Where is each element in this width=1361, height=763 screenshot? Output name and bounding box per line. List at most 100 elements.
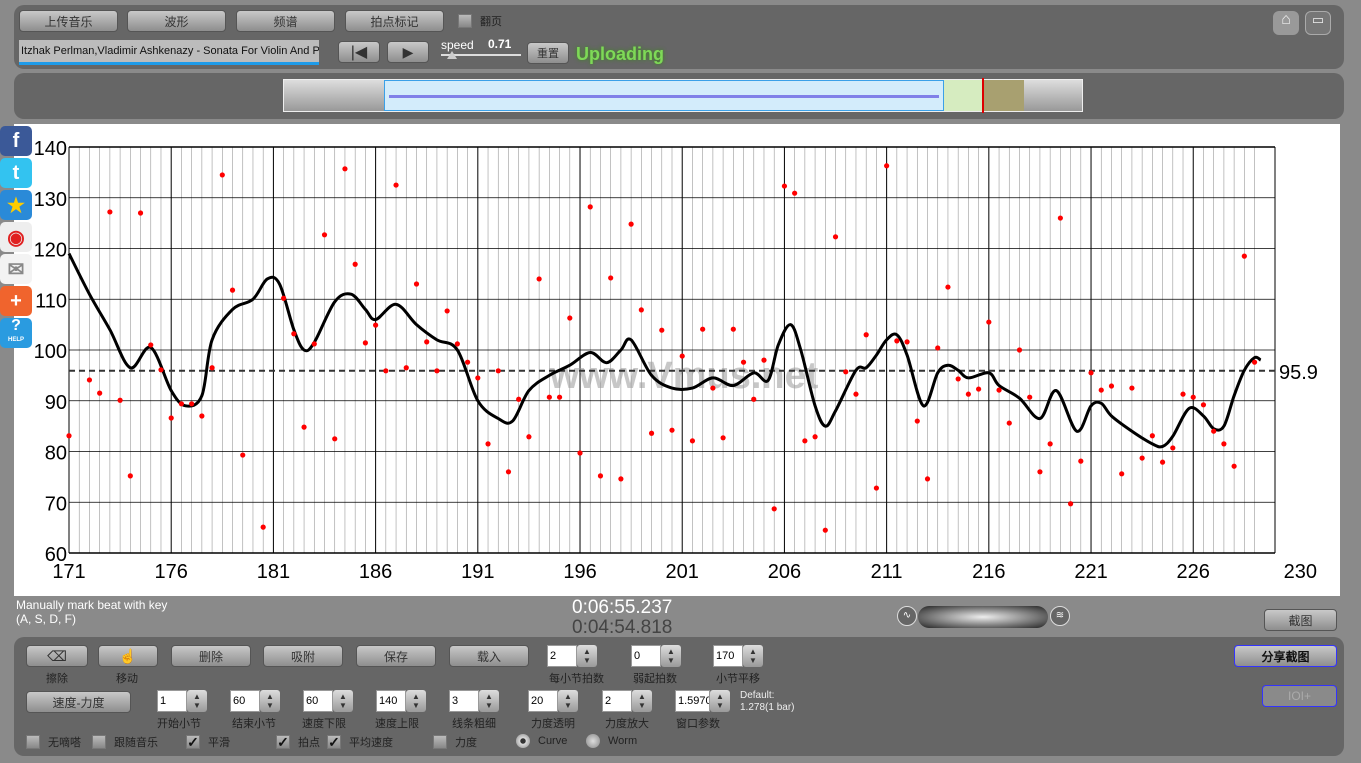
beat-tempo-point	[373, 322, 379, 328]
dyn-opacity-stepper[interactable]: ▲▼	[528, 690, 578, 712]
erase-button[interactable]: ⌫	[26, 645, 88, 667]
beat-tempo-point	[1129, 385, 1135, 391]
stepper-arrows[interactable]: ▲ ▼	[187, 690, 207, 712]
start-bar-input[interactable]	[157, 690, 187, 712]
checkbox-2[interactable]: ✓ 平滑	[186, 734, 230, 750]
move-label: 移动	[116, 673, 138, 685]
beat-tempo-point	[1057, 215, 1063, 221]
checkbox-box[interactable]: ✓	[186, 735, 200, 749]
end-bar-stepper[interactable]: ▲▼	[230, 690, 280, 712]
radio-button[interactable]	[586, 734, 600, 748]
waveform-mode-icon[interactable]: ∿	[897, 606, 917, 626]
screenshot-button[interactable]: 截图	[1264, 609, 1337, 631]
snap-button[interactable]: 吸附	[263, 645, 343, 667]
chart-panel[interactable]: 60 70 80 90 100 110 120 130 140 171 176 181 186 191 19…	[14, 124, 1340, 596]
checkbox-1[interactable]: 跟随音乐	[92, 734, 158, 750]
tempo-max-stepper[interactable]: ▲▼	[376, 690, 426, 712]
checkbox-box[interactable]	[26, 735, 40, 749]
reset-button[interactable]: 重置	[527, 42, 569, 64]
stepper-arrows[interactable]: ▲ ▼	[743, 645, 763, 667]
tempo-max-input[interactable]	[376, 690, 406, 712]
waveform-overview[interactable]	[283, 78, 1083, 113]
checkbox-3[interactable]: ✓ 拍点	[276, 734, 320, 750]
waveform-visible-region[interactable]	[384, 80, 944, 111]
radio-curve[interactable]: Curve	[516, 734, 567, 748]
checkbox-box[interactable]	[458, 14, 472, 28]
facebook-icon[interactable]: f	[0, 126, 32, 156]
track-title-input[interactable]	[19, 40, 319, 65]
tempo-min-input[interactable]	[303, 690, 333, 712]
window-param-stepper[interactable]: ▲▼	[675, 690, 730, 712]
home-icon[interactable]: ⌂	[1273, 11, 1299, 35]
beat-tempo-point	[1016, 347, 1023, 353]
checkbox-box[interactable]: ✓	[276, 735, 290, 749]
twitter-icon[interactable]: t	[0, 158, 32, 188]
delete-button[interactable]: 删除	[171, 645, 251, 667]
stepper-arrows[interactable]: ▲ ▼	[333, 690, 353, 712]
checkbox-box[interactable]: ✓	[327, 735, 341, 749]
y-tick-label: 90	[45, 392, 67, 414]
speed-slider[interactable]	[441, 51, 521, 59]
stepper-arrows[interactable]: ▲ ▼	[260, 690, 280, 712]
page-turn-checkbox[interactable]: 翻页	[458, 13, 502, 29]
beat-tempo-point	[679, 353, 685, 359]
help-icon[interactable]: ? HELP	[0, 318, 32, 348]
tempo-dynamics-button[interactable]: 速度-力度	[26, 691, 131, 713]
stepper-arrows[interactable]: ▲ ▼	[406, 690, 426, 712]
x-tick-label: 230	[1284, 561, 1317, 583]
spectrum-mode-icon[interactable]: ≋	[1050, 606, 1070, 626]
checkbox-4[interactable]: ✓ 平均速度	[327, 734, 393, 750]
tempo-min-stepper[interactable]: ▲▼	[303, 690, 353, 712]
line-width-input[interactable]	[449, 690, 479, 712]
beat-tempo-point	[669, 427, 675, 433]
radio-worm[interactable]: Worm	[586, 734, 637, 748]
checkbox-5[interactable]: 力度	[433, 734, 477, 750]
checkbox-box[interactable]	[92, 735, 106, 749]
plus-icon[interactable]: +	[0, 286, 32, 316]
beats-per-bar-stepper[interactable]: ▲▼	[547, 645, 597, 667]
play-button[interactable]: ▶	[387, 41, 429, 63]
stepper-arrows[interactable]: ▲ ▼	[632, 690, 652, 712]
bar-offset-input[interactable]	[713, 645, 743, 667]
beat-tempo-point	[689, 438, 696, 444]
weibo-icon[interactable]: ◉	[0, 222, 32, 252]
radio-button[interactable]	[516, 734, 530, 748]
beat-tempo-point	[1067, 501, 1074, 507]
favorite-star-icon[interactable]: ★	[0, 190, 32, 220]
dyn-scale-input[interactable]	[602, 690, 632, 712]
beats-per-bar-input[interactable]	[547, 645, 577, 667]
skip-back-button[interactable]: |◀	[338, 41, 380, 63]
zoom-slider[interactable]	[918, 606, 1048, 628]
window-param-input[interactable]	[675, 690, 710, 712]
move-button[interactable]: ☝	[98, 645, 158, 667]
stepper-arrows[interactable]: ▲ ▼	[661, 645, 681, 667]
end-bar-input[interactable]	[230, 690, 260, 712]
dyn-scale-stepper[interactable]: ▲▼	[602, 690, 652, 712]
load-button[interactable]: 载入	[449, 645, 529, 667]
share-screenshot-button[interactable]: 分享截图	[1234, 645, 1337, 667]
checkbox-0[interactable]: 无嘀嗒	[26, 734, 81, 750]
stepper-arrows[interactable]: ▲ ▼	[479, 690, 499, 712]
fullscreen-icon[interactable]: ▭	[1305, 11, 1331, 35]
bar-offset-stepper[interactable]: ▲▼	[713, 645, 763, 667]
checkbox-box[interactable]	[433, 735, 447, 749]
y-tick-label: 140	[34, 138, 67, 160]
beat-tempo-point	[853, 391, 859, 397]
save-button[interactable]: 保存	[356, 645, 436, 667]
line-width-stepper[interactable]: ▲▼	[449, 690, 499, 712]
stepper-arrows[interactable]: ▲ ▼	[577, 645, 597, 667]
dyn-opacity-input[interactable]	[528, 690, 558, 712]
stepper-arrows[interactable]: ▲ ▼	[558, 690, 578, 712]
upload-music-button[interactable]: 上传音乐	[19, 10, 118, 32]
pickup-beats-stepper[interactable]: ▲▼	[631, 645, 681, 667]
pickup-beats-input[interactable]	[631, 645, 661, 667]
stepper-arrows[interactable]: ▲ ▼	[710, 690, 730, 712]
pickup-beats-label: 弱起拍数	[633, 673, 677, 685]
waveform-button[interactable]: 波形	[127, 10, 226, 32]
speed-slider-handle[interactable]	[447, 51, 457, 59]
beat-mark-button[interactable]: 拍点标记	[345, 10, 444, 32]
spectrum-button[interactable]: 频谱	[236, 10, 335, 32]
ioi-button[interactable]: IOI+	[1262, 685, 1337, 707]
mail-icon[interactable]: ✉	[0, 254, 32, 284]
start-bar-stepper[interactable]: ▲▼	[157, 690, 207, 712]
